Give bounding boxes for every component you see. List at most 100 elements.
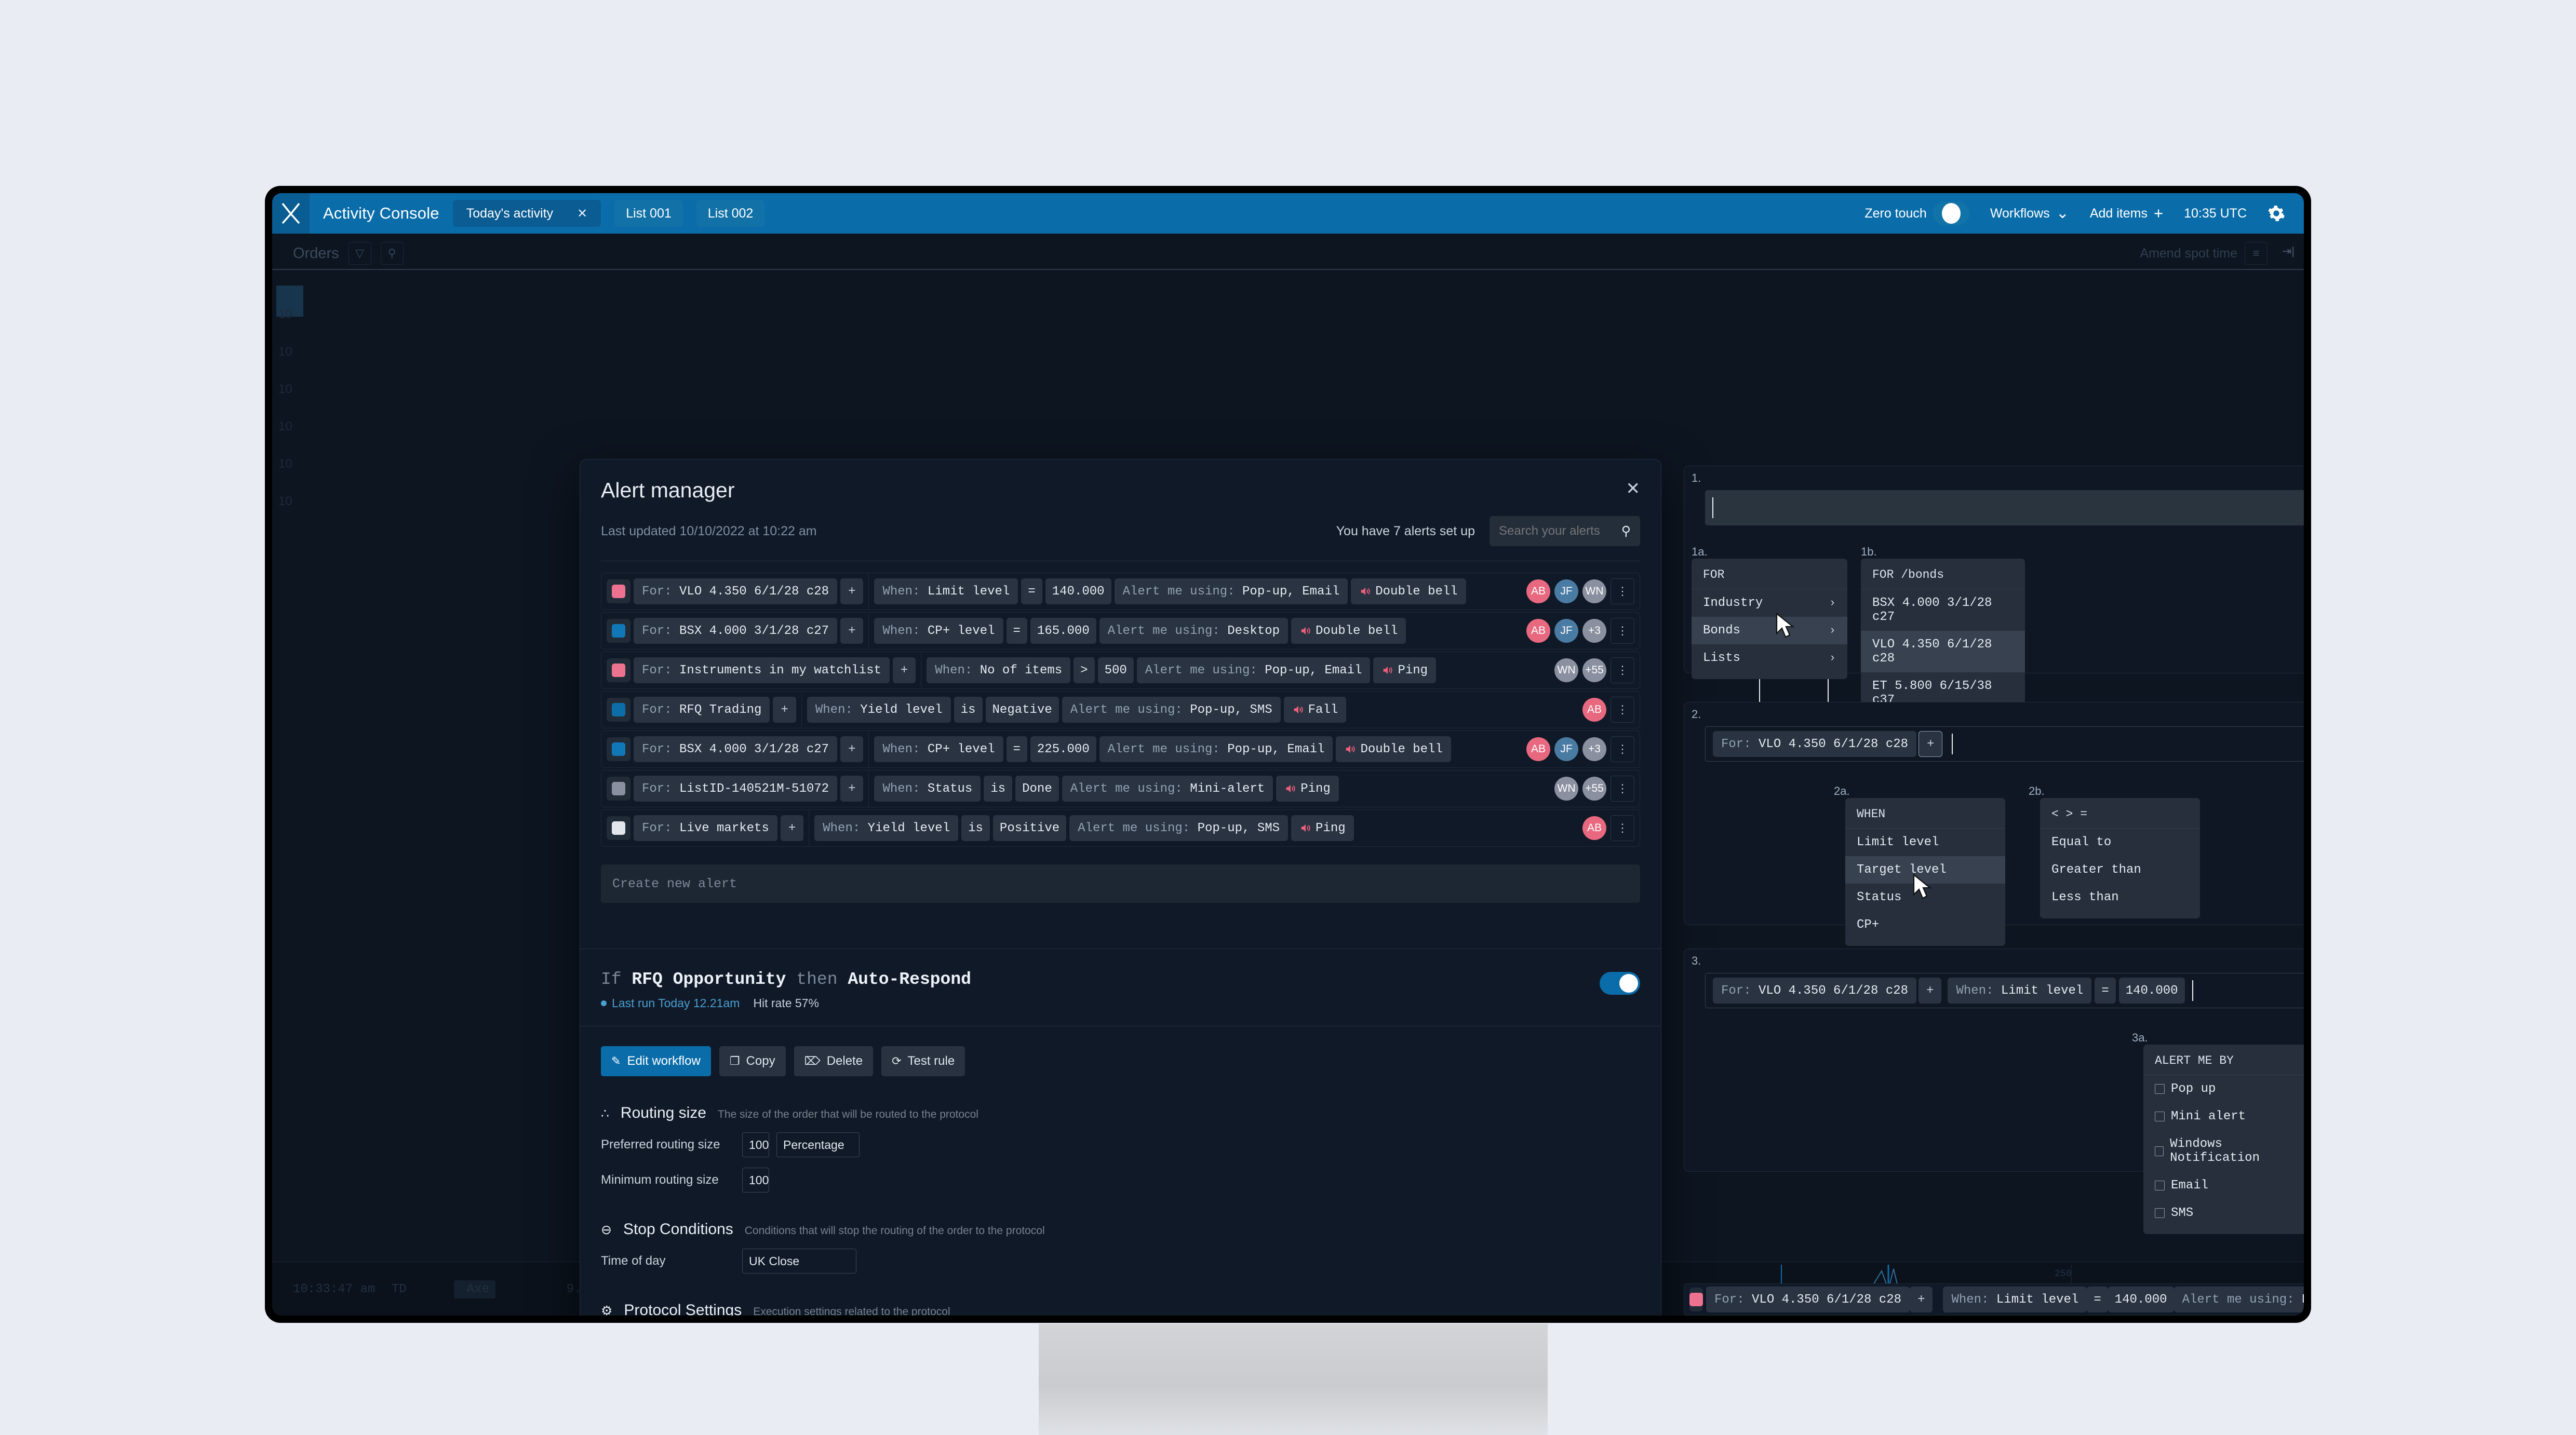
copy-button[interactable]: ❐ Copy — [719, 1046, 786, 1076]
field-value[interactable]: 100 — [742, 1168, 769, 1193]
row-menu-icon[interactable]: ⋮ — [1611, 736, 1634, 762]
avatar[interactable]: AB — [1526, 619, 1550, 643]
alert-sound-chip[interactable]: Double bell — [1291, 618, 1406, 644]
search-icon[interactable]: ⚲ — [380, 242, 404, 265]
alert-when-chip[interactable]: When: Yield level — [807, 697, 951, 723]
avatar[interactable]: AB — [1582, 698, 1606, 722]
add-instrument-button[interactable]: + — [773, 697, 796, 723]
settings-button[interactable] — [2268, 205, 2285, 222]
avatar[interactable]: +55 — [1582, 658, 1606, 682]
alert-channel-chip[interactable]: Alert me using: Pop-up, Email — [1136, 657, 1371, 683]
menu-item[interactable]: Pop up — [2143, 1075, 2304, 1103]
alert-value-chip[interactable]: Done — [1015, 776, 1059, 802]
search-icon[interactable]: ⚲ — [1621, 523, 1631, 539]
alert-color-swatch[interactable] — [607, 619, 630, 643]
menu-item[interactable]: Target level — [1845, 856, 2005, 884]
alert-row[interactable]: For: ListID-140521M-51072 + When: Status… — [601, 770, 1640, 807]
row-menu-icon[interactable]: ⋮ — [1611, 776, 1634, 802]
alert-for-chip[interactable]: For: BSX 4.000 3/1/28 c27 — [634, 618, 838, 644]
composed-alert-row[interactable]: For: VLO 4.350 6/1/28 c28 + When: Limit … — [1684, 1283, 2304, 1316]
edit-workflow-button[interactable]: ✎ Edit workflow — [601, 1046, 711, 1076]
checkbox-icon[interactable] — [2155, 1084, 2165, 1094]
avatar[interactable]: JF — [1554, 579, 1578, 603]
alert-row[interactable]: For: RFQ Trading + When: Yield level is … — [601, 691, 1640, 728]
alert-channel-chip[interactable]: Alert me using: Pop-up, Email — [1099, 736, 1333, 762]
add-instrument-button[interactable]: + — [840, 776, 864, 802]
alert-for-chip[interactable]: For: RFQ Trading — [634, 697, 770, 723]
delete-button[interactable]: ⌦ Delete — [794, 1046, 874, 1076]
menu-item[interactable]: SMS — [2143, 1199, 2304, 1227]
tab-list-001[interactable]: List 001 — [614, 200, 683, 227]
alert-value-chip[interactable]: 140.000 — [2108, 1287, 2174, 1312]
alert-color-swatch[interactable] — [607, 816, 630, 840]
value-chip[interactable]: 140.000 — [2118, 978, 2185, 1004]
menu-item[interactable]: Limit level — [1845, 829, 2005, 856]
alert-row[interactable]: For: BSX 4.000 3/1/28 c27 + When: CP+ le… — [601, 612, 1640, 649]
menu-icon[interactable]: ≡ — [2245, 242, 2268, 265]
menu-item[interactable]: Industry › — [1692, 589, 1847, 617]
alert-row[interactable]: For: Instruments in my watchlist + When:… — [601, 652, 1640, 689]
add-instrument-button[interactable]: + — [1918, 731, 1943, 757]
alert-value-chip[interactable]: Negative — [985, 697, 1059, 723]
alert-row[interactable]: For: VLO 4.350 6/1/28 c28 + When: Limit … — [601, 573, 1640, 610]
for-category-menu[interactable]: FOR Industry › Bonds › Lists › — [1692, 559, 1847, 679]
add-instrument-button[interactable]: + — [780, 815, 804, 841]
step2-input[interactable]: For: VLO 4.350 6/1/28 c28 + — [1705, 726, 2304, 762]
alert-for-chip[interactable]: For: VLO 4.350 6/1/28 c28 — [1706, 1287, 1910, 1312]
menu-item[interactable]: Windows Notification — [2143, 1130, 2304, 1172]
alert-color-swatch[interactable] — [607, 777, 630, 801]
field-value[interactable]: UK Close — [742, 1249, 856, 1274]
alert-sound-chip[interactable]: Ping — [1373, 657, 1437, 683]
add-instrument-button[interactable]: + — [840, 736, 864, 762]
menu-item[interactable]: Bonds › — [1692, 617, 1847, 644]
search-alerts-box[interactable]: ⚲ — [1490, 516, 1640, 546]
alert-operator-chip[interactable]: > — [1074, 657, 1095, 683]
menu-item[interactable]: Equal to — [2040, 829, 2200, 856]
operator-chip[interactable]: = — [2095, 978, 2116, 1004]
alert-value-chip[interactable]: Positive — [992, 815, 1067, 841]
alert-operator-chip[interactable]: = — [1006, 618, 1027, 644]
alert-operator-chip[interactable]: is — [954, 697, 983, 723]
alert-sound-chip[interactable]: Fall — [1283, 697, 1347, 723]
alert-value-chip[interactable]: 140.000 — [1045, 578, 1111, 604]
add-instrument-button[interactable]: + — [840, 578, 864, 604]
alert-for-chip[interactable]: For: Live markets — [634, 815, 777, 841]
alert-for-chip[interactable]: For: ListID-140521M-51072 — [634, 776, 838, 802]
checkbox-icon[interactable] — [2155, 1146, 2164, 1156]
close-icon[interactable]: ✕ — [577, 206, 587, 221]
row-menu-icon[interactable]: ⋮ — [1611, 578, 1634, 604]
alert-color-swatch[interactable] — [607, 698, 630, 722]
alert-operator-chip[interactable]: = — [1006, 736, 1027, 762]
menu-item[interactable]: Less than — [2040, 884, 2200, 911]
section-header[interactable]: ⊖ Stop Conditions Conditions that will s… — [601, 1221, 1640, 1238]
operator-menu[interactable]: < > = Equal to Greater than Less than — [2040, 798, 2200, 918]
checkbox-icon[interactable] — [2155, 1112, 2165, 1121]
alert-sound-chip[interactable]: Ping — [1291, 815, 1354, 841]
alert-operator-chip[interactable]: = — [2087, 1287, 2108, 1312]
checkbox-icon[interactable] — [2155, 1208, 2165, 1218]
alert-for-chip[interactable]: For: Instruments in my watchlist — [634, 657, 890, 683]
field-value[interactable]: 100 — [742, 1132, 769, 1157]
alert-value-chip[interactable]: 225.000 — [1030, 736, 1096, 762]
alert-operator-chip[interactable]: = — [1021, 578, 1042, 604]
avatar[interactable]: WN — [1554, 777, 1578, 801]
avatar[interactable]: +3 — [1582, 619, 1606, 643]
alert-channel-chip[interactable]: Alert me using: Pop-up, SMS — [1069, 815, 1289, 841]
app-logo[interactable] — [272, 193, 310, 234]
zero-touch-toggle[interactable] — [1933, 201, 1969, 225]
menu-item[interactable]: Lists › — [1692, 644, 1847, 672]
amend-spot-time-label[interactable]: Amend spot time — [2140, 246, 2237, 261]
alert-for-chip[interactable]: For: BSX 4.000 3/1/28 c27 — [634, 736, 838, 762]
alert-operator-chip[interactable]: is — [961, 815, 990, 841]
step3-input[interactable]: For: VLO 4.350 6/1/28 c28 + When: Limit … — [1705, 973, 2304, 1008]
avatar[interactable]: AB — [1526, 579, 1550, 603]
alert-for-chip[interactable]: For: VLO 4.350 6/1/28 c28 — [634, 578, 838, 604]
add-instrument-button[interactable]: + — [1918, 978, 1942, 1004]
row-menu-icon[interactable]: ⋮ — [1611, 815, 1634, 841]
alert-when-chip[interactable]: When: Limit level — [1943, 1287, 2087, 1312]
alert-color-swatch[interactable] — [607, 579, 630, 603]
alert-when-chip[interactable]: When: Limit level — [874, 578, 1018, 604]
avatar[interactable]: +55 — [1582, 777, 1606, 801]
alert-when-chip[interactable]: When: Yield level — [814, 815, 959, 841]
alert-channel-chip[interactable]: Alert me using: Desktop — [1099, 618, 1289, 644]
